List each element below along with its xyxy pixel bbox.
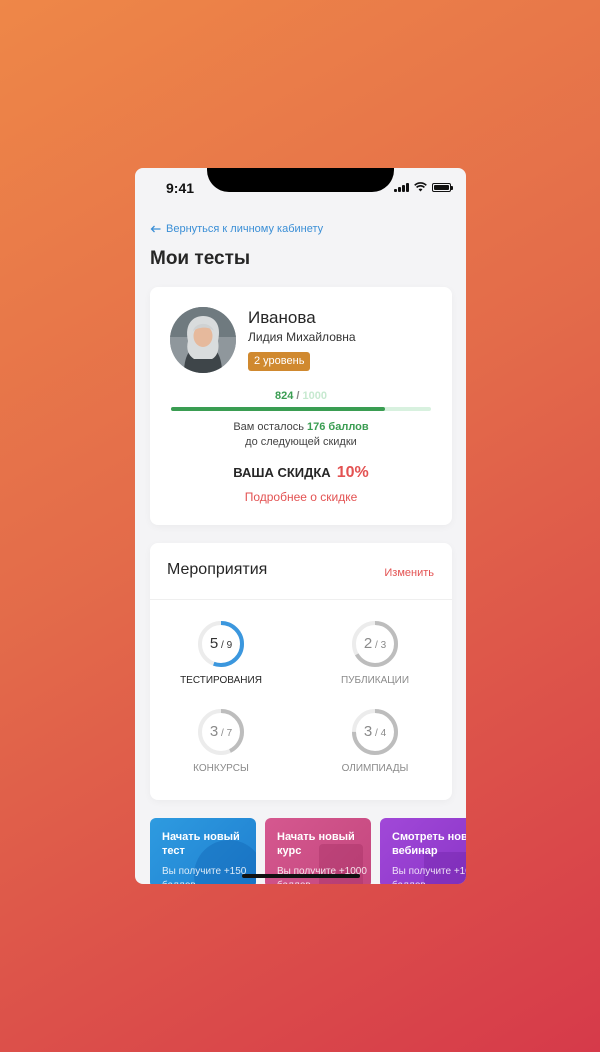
score-current: 824 (274, 390, 294, 402)
remain-text: Вам осталось 176 баллов до следующей ски… (150, 420, 452, 450)
back-link-label: Вернуться к личному кабинету (166, 223, 324, 235)
stat-done: 3 (209, 723, 219, 740)
discount-label: ВАША СКИДКА (233, 465, 331, 480)
progress-ring: 3 / 7 (196, 707, 246, 757)
score-progress-bar (171, 407, 431, 411)
remain-suffix: до следующей скидки (245, 436, 357, 448)
progress-ring: 2 / 3 (350, 619, 400, 669)
watch-webinar-tile[interactable]: Смотреть новый вебинар Вы получите +100 … (380, 818, 466, 884)
events-edit-button[interactable]: Изменить (384, 567, 434, 579)
stat-label: ОЛИМПИАДЫ (341, 763, 409, 774)
arrow-left-icon (150, 225, 161, 233)
profile-card: Иванова Лидия Михайловна 2 уровень 824 /… (150, 287, 452, 525)
profile-name: Лидия Михайловна (248, 330, 356, 344)
back-link[interactable]: Вернуться к личному кабинету (150, 223, 323, 235)
divider (150, 599, 452, 600)
stat-separator: / (218, 728, 227, 739)
start-test-tile[interactable]: Начать новый тест Вы получите +150 балло… (150, 818, 256, 884)
tile-title: Начать новый курс (277, 831, 355, 857)
stat-label: ТЕСТИРОВАНИЯ (180, 675, 262, 686)
events-title: Мероприятия (167, 561, 268, 578)
page-title: Мои тесты (150, 248, 251, 269)
stat-done: 2 (363, 635, 373, 652)
stat-olympiads[interactable]: 3 / 4 ОЛИМПИАДЫ (320, 707, 430, 774)
stat-total: 9 (226, 640, 233, 651)
stat-done: 5 (209, 635, 219, 652)
status-icons (394, 182, 453, 192)
score-progress-fill (171, 407, 386, 411)
events-card: Мероприятия Изменить 5 / 9 ТЕСТИРОВАНИЯ … (150, 543, 452, 800)
battery-icon (432, 183, 453, 192)
tile-subtitle: Вы получите +100 баллов (392, 866, 466, 884)
remain-points: 176 баллов (307, 421, 369, 433)
profile-surname: Иванова (248, 308, 316, 327)
discount-details-link[interactable]: Подробнее о скидке (150, 490, 452, 504)
stat-label: КОНКУРСЫ (193, 763, 249, 774)
stat-total: 4 (380, 728, 387, 739)
level-badge: 2 уровень (248, 352, 311, 371)
progress-ring: 5 / 9 (196, 619, 246, 669)
stat-total: 7 (226, 728, 233, 739)
stat-done: 3 (363, 723, 373, 740)
home-indicator (242, 874, 360, 878)
signal-icon (394, 183, 409, 192)
stat-tests[interactable]: 5 / 9 ТЕСТИРОВАНИЯ (166, 619, 276, 686)
stat-total: 3 (380, 640, 387, 651)
stat-separator: / (372, 728, 381, 739)
score-max: 1000 (302, 390, 327, 402)
avatar (170, 307, 236, 373)
notch (207, 168, 394, 192)
score-separator: / (293, 390, 303, 402)
score-readout: 824 / 1000 (150, 390, 452, 402)
stat-publications[interactable]: 2 / 3 ПУБЛИКАЦИИ (320, 619, 430, 686)
stat-contests[interactable]: 3 / 7 КОНКУРСЫ (166, 707, 276, 774)
discount-row: ВАША СКИДКА 10% (150, 464, 452, 482)
stat-separator: / (372, 640, 381, 651)
progress-ring: 3 / 4 (350, 707, 400, 757)
remain-prefix: Вам осталось (233, 421, 308, 433)
tile-title: Начать новый тест (162, 831, 240, 857)
status-time: 9:41 (166, 180, 195, 196)
discount-value: 10% (336, 464, 369, 481)
tile-title: Смотреть новый вебинар (392, 831, 466, 857)
stat-separator: / (218, 640, 227, 651)
stat-label: ПУБЛИКАЦИИ (340, 675, 410, 686)
phone-screen: 9:41 Вернуться к личному кабинету Мои те… (135, 168, 466, 884)
wifi-icon (414, 182, 427, 192)
